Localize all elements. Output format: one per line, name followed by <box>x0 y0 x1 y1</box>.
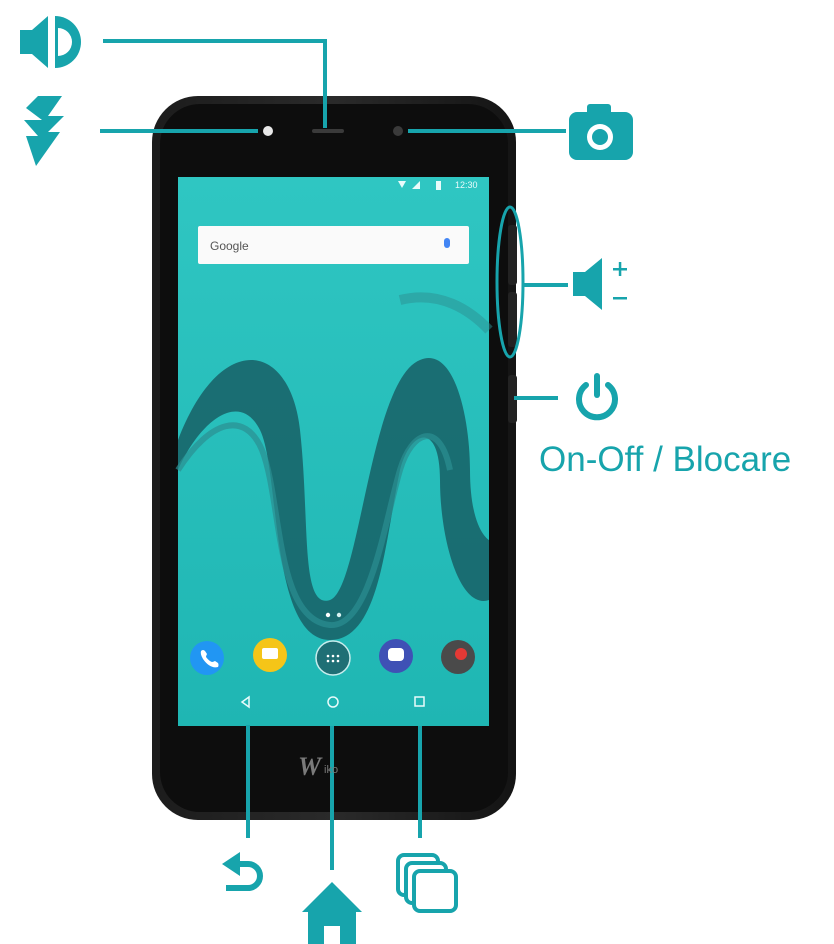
front-flash-led <box>263 126 273 136</box>
power-icon <box>576 373 618 421</box>
app-drawer-icon[interactable] <box>315 640 351 676</box>
flash-icon <box>24 96 64 166</box>
speaker-icon <box>20 16 81 68</box>
page-indicator-dot <box>325 612 331 618</box>
volume-down-key[interactable] <box>508 292 517 347</box>
front-camera-lens <box>393 126 403 136</box>
page-indicator-dot <box>336 612 342 618</box>
home-icon <box>302 882 362 944</box>
earpiece-grille <box>312 129 344 133</box>
mic-icon[interactable] <box>444 238 450 248</box>
volume-plus-minus-icon <box>573 258 627 310</box>
battery-icon <box>436 181 441 190</box>
phone-screen <box>175 177 493 726</box>
recent-apps-icon <box>396 853 458 913</box>
search-widget-label: Google <box>210 239 249 253</box>
back-arrow-icon <box>222 852 263 891</box>
phone-app-icon[interactable] <box>190 641 224 675</box>
power-label: On-Off / Blocare <box>539 440 792 479</box>
status-time: 12:30 <box>455 180 478 190</box>
brand-logo-rest: iko <box>324 764 339 776</box>
volume-up-key[interactable] <box>508 225 517 285</box>
camera-icon <box>569 104 633 160</box>
brand-logo: W <box>298 752 322 781</box>
